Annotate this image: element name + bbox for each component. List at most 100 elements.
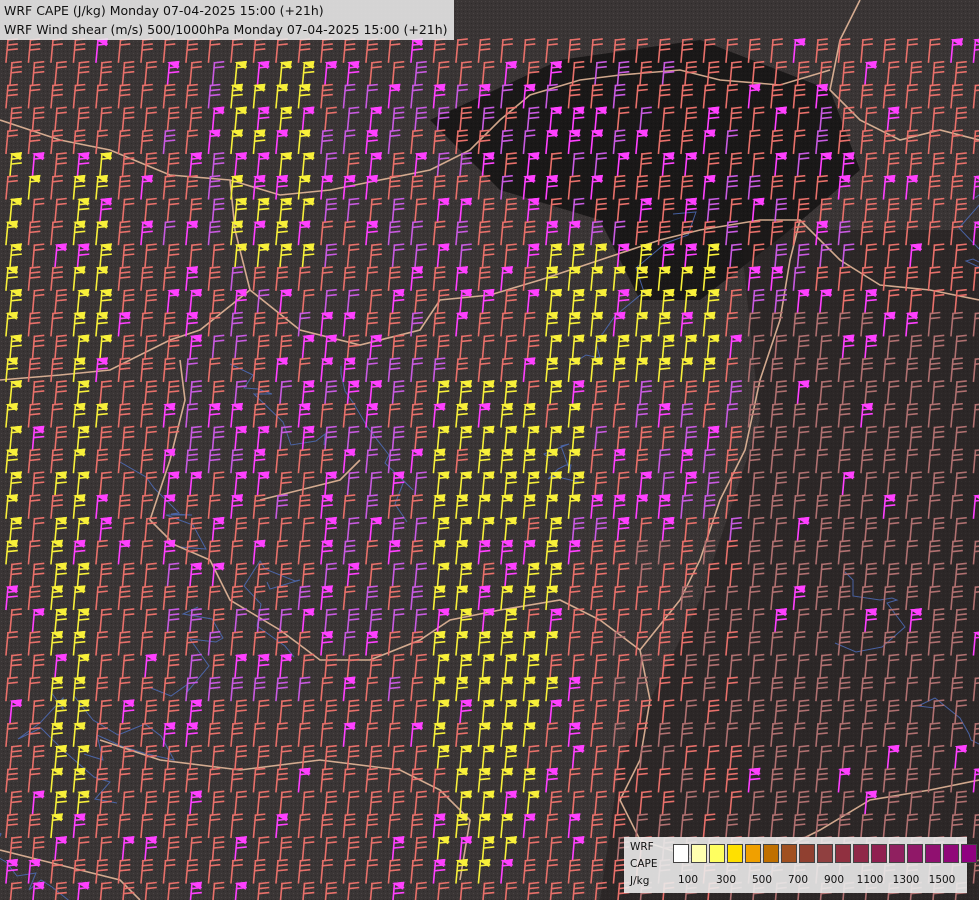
barb-feather [280, 567, 292, 571]
barb-feather [141, 134, 153, 138]
barb-feather [434, 225, 446, 229]
barb-feather [29, 544, 41, 548]
barb-feather [123, 385, 135, 388]
barb-feather [727, 220, 738, 224]
barb-feather [933, 385, 945, 388]
barb-feather [861, 453, 873, 457]
barb-feather [820, 476, 832, 480]
barb-feather [190, 344, 202, 348]
barb-feather [884, 43, 896, 46]
barb-feather [142, 494, 153, 497]
barb-feather [190, 202, 202, 206]
barb-feather [434, 316, 446, 320]
barb-feather [236, 516, 247, 520]
barb-feather [78, 162, 90, 165]
barb-feather [123, 243, 135, 247]
barb-feather [659, 38, 671, 41]
barb-feather [344, 544, 356, 548]
barb-feather [33, 197, 45, 201]
barb-feather [884, 83, 896, 87]
barb-feather [348, 572, 360, 576]
barb-feather [123, 106, 135, 110]
barb-feather [798, 430, 810, 434]
barb-feather [190, 162, 202, 165]
barb-feather [280, 253, 292, 257]
barb-feather [100, 253, 112, 257]
barb-feather [839, 139, 851, 143]
barb-feather [749, 494, 761, 497]
barb-feather [505, 162, 517, 165]
barb-feather [213, 425, 225, 429]
barb-feather [911, 106, 922, 110]
barb-feather [460, 248, 472, 252]
barb-feather [955, 116, 967, 120]
barb-feather [820, 202, 832, 206]
barb-feather [528, 60, 540, 64]
barb-feather [614, 407, 626, 411]
barb-feather [910, 202, 922, 206]
barb-feather [55, 481, 67, 485]
barb-feather [119, 266, 131, 269]
barb-feather [146, 471, 157, 475]
barb-feather [595, 481, 607, 485]
barb-feather [389, 453, 401, 457]
barb-feather [910, 207, 922, 211]
barb-feather [10, 344, 22, 348]
barb-feather [771, 453, 783, 457]
barb-feather [843, 425, 855, 429]
barb-feather [753, 152, 765, 155]
barb-feather [479, 321, 491, 325]
barb-feather [232, 448, 243, 452]
barb-feather [573, 298, 585, 302]
barb-feather [303, 471, 315, 475]
barb-feather [884, 48, 896, 51]
barb-feather [614, 225, 626, 229]
barb-feather [393, 385, 405, 388]
barb-feather [956, 243, 967, 247]
barb-feather [56, 334, 67, 338]
barb-feather [29, 129, 41, 133]
barb-feather [820, 339, 832, 343]
barb-feather [412, 311, 423, 315]
barb-feather [33, 435, 45, 439]
barb-feather [55, 572, 67, 576]
barb-feather [843, 516, 855, 520]
barb-feather [663, 430, 675, 434]
barb-feather [415, 476, 427, 480]
barb-feather [614, 93, 626, 97]
barb-feather [213, 476, 225, 480]
barb-feather [415, 521, 427, 525]
barb-feather [663, 207, 675, 211]
barb-feather [933, 65, 945, 69]
barb-feather [505, 116, 517, 120]
barb-feather [411, 48, 423, 51]
barb-feather [416, 471, 427, 475]
barb-feather [731, 380, 742, 383]
barb-feather [348, 390, 360, 393]
barb-feather [573, 116, 585, 120]
barb-feather [726, 43, 738, 46]
barb-feather [569, 83, 581, 87]
barb-feather [956, 380, 967, 383]
barb-feather [231, 43, 243, 46]
barb-feather [888, 435, 900, 439]
barb-feather [663, 471, 675, 475]
barb-feather [794, 316, 806, 320]
barb-feather [663, 60, 675, 64]
barb-feather [888, 207, 900, 211]
barb-feather [344, 407, 356, 411]
barb-feather [11, 562, 22, 566]
barb-feather [411, 88, 423, 92]
barb-feather [956, 516, 967, 520]
barb-feather [52, 129, 63, 133]
barb-feather [145, 111, 157, 115]
barb-feather [681, 407, 693, 411]
barb-feather [906, 544, 918, 548]
barb-feather [771, 504, 783, 507]
barb-feather [119, 504, 131, 507]
barb-feather [55, 526, 67, 530]
barb-feather [704, 407, 716, 411]
barb-feather [776, 197, 787, 201]
barb-feather [951, 184, 963, 188]
barb-feather [371, 243, 382, 247]
